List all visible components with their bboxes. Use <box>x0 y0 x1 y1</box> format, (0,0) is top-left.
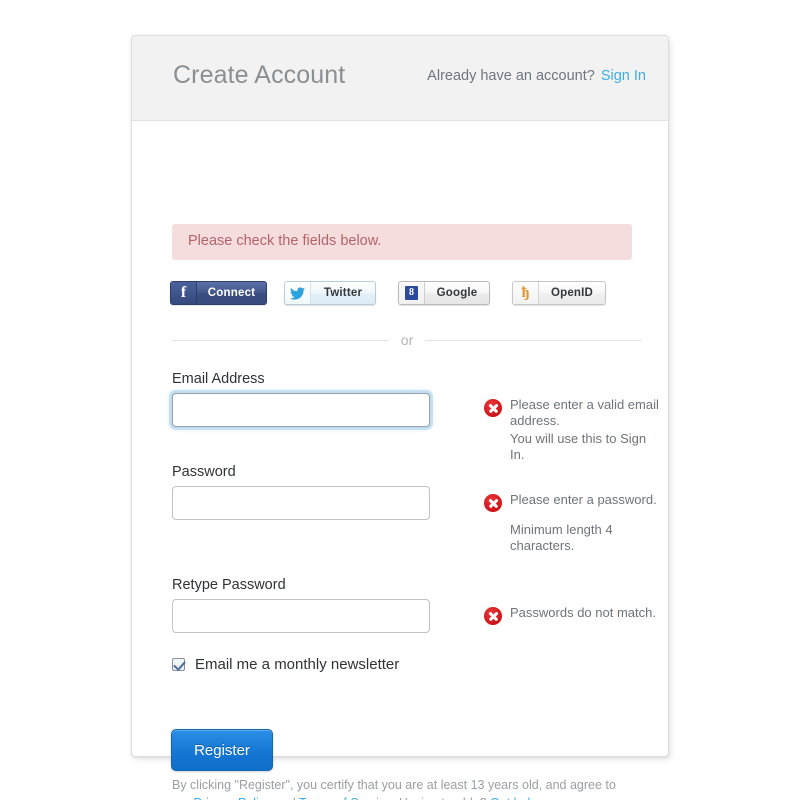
divider-line-right <box>425 339 643 341</box>
openid-icon: ђ <box>513 282 539 304</box>
page-title: Create Account <box>173 61 346 89</box>
newsletter-checkbox-label[interactable]: Email me a monthly newsletter <box>195 656 399 673</box>
email-field-group: Email Address Please enter a valid email… <box>172 371 659 462</box>
privacy-policy-link[interactable]: Privacy Policy <box>194 796 272 800</box>
retype-password-error-text: Passwords do not match. <box>510 605 656 620</box>
or-divider: or <box>172 331 643 349</box>
newsletter-checkbox[interactable] <box>172 658 186 671</box>
already-have-account-text: Already have an account? <box>427 68 595 84</box>
password-hint-text: Minimum length 4 characters. <box>510 522 613 553</box>
signin-prompt: Already have an account? Sign In <box>427 68 646 84</box>
social-login-row: f Connect Twitter 8 Google ђ OpenID <box>170 281 640 307</box>
error-icon <box>484 607 502 625</box>
password-input[interactable] <box>172 486 430 520</box>
retype-password-error-message: Passwords do not match. <box>484 605 659 625</box>
legal-footer: By clicking "Register", you certify that… <box>172 776 622 800</box>
password-field-group: Password Please enter a password. Minimu… <box>172 464 657 553</box>
twitter-icon <box>285 282 311 304</box>
google-login-label: Google <box>436 287 478 299</box>
twitter-login-label: Twitter <box>323 287 363 299</box>
email-field-label: Email Address <box>172 371 265 387</box>
legal-text-part-3: . Having trouble? <box>392 796 490 800</box>
google-icon: 8 <box>399 282 425 304</box>
password-error-text: Please enter a password. <box>510 492 657 507</box>
retype-password-field-label: Retype Password <box>172 577 286 593</box>
get-help-link[interactable]: Get help <box>490 796 537 800</box>
sign-in-link[interactable]: Sign In <box>601 68 646 84</box>
register-button[interactable]: Register <box>171 729 273 771</box>
error-alert-text: Please check the fields below. <box>188 233 382 249</box>
page-root: Create Account Already have an account? S… <box>0 0 800 800</box>
facebook-icon: f <box>171 282 197 304</box>
card-header: Create Account Already have an account? S… <box>132 36 668 121</box>
terms-of-service-link[interactable]: Terms of Service <box>299 796 392 800</box>
legal-text-part-4: . <box>537 796 540 800</box>
facebook-connect-label: Connect <box>207 287 256 299</box>
create-account-card: Create Account Already have an account? S… <box>131 35 669 800</box>
email-error-text: Please enter a valid email address. <box>510 397 659 428</box>
google-icon-glyph: 8 <box>405 286 418 300</box>
newsletter-checkbox-row[interactable]: Email me a monthly newsletter <box>172 656 399 673</box>
error-alert-banner: Please check the fields below. <box>172 224 632 260</box>
legal-text-part-2: and <box>271 796 299 800</box>
error-icon <box>484 494 502 512</box>
divider-label: or <box>400 332 414 348</box>
twitter-login-button[interactable]: Twitter <box>284 281 376 305</box>
error-icon <box>484 399 502 417</box>
divider-line-left <box>172 339 389 341</box>
google-login-button[interactable]: 8 Google <box>398 281 490 305</box>
email-error-message: Please enter a valid email address. You … <box>484 397 659 463</box>
email-hint-text: You will use this to Sign In. <box>510 431 647 462</box>
password-field-label: Password <box>172 464 236 480</box>
retype-password-field-group: Retype Password Passwords do not match. <box>172 577 656 633</box>
openid-login-label: OpenID <box>550 287 594 299</box>
checkmark-icon <box>173 658 186 671</box>
openid-login-button[interactable]: ђ OpenID <box>512 281 606 305</box>
password-error-message: Please enter a password. Minimum length … <box>484 492 659 554</box>
retype-password-input[interactable] <box>172 599 430 633</box>
email-input[interactable] <box>172 393 430 427</box>
facebook-connect-button[interactable]: f Connect <box>170 281 267 305</box>
